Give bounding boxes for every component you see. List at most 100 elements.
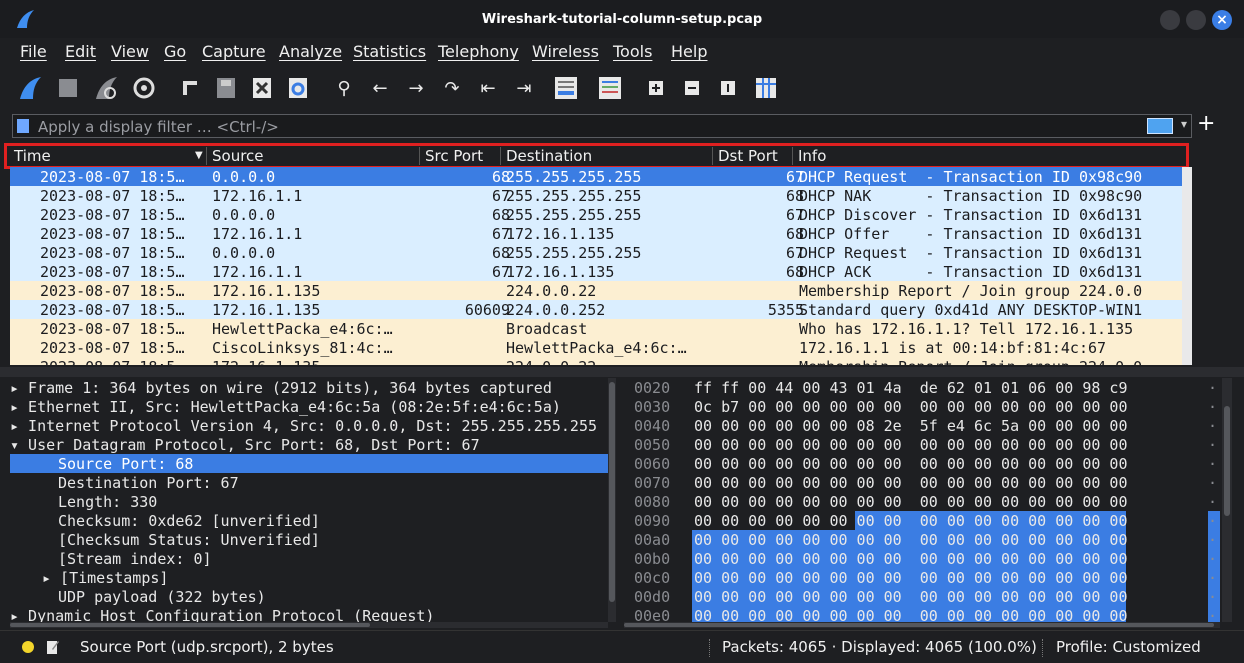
bytes-row[interactable]: 00d0 00 00 00 00 00 00 00 00 00 00 00 00 …	[624, 587, 1220, 606]
menu-telephony[interactable]: Telephony	[438, 42, 519, 61]
menu-edit[interactable]: Edit	[65, 42, 96, 61]
stop-capture-icon[interactable]	[54, 74, 82, 102]
menu-wireless[interactable]: Wireless	[532, 42, 599, 61]
bytes-hex: 00 00 00 00 00 00 00 00 00 00 00 00 00 0…	[694, 436, 1128, 454]
details-tree-item[interactable]: Destination Port: 67	[10, 473, 608, 492]
packet-row[interactable]: 2023-08-07 18:5… 172.16.1.135 224.0.0.22 Me…	[10, 281, 1182, 300]
bytes-scrollbar[interactable]	[1222, 378, 1232, 622]
packet-row[interactable]: 2023-08-07 18:5… 0.0.0.0 68 255.255.255.255…	[10, 205, 1182, 224]
resize-columns-icon[interactable]	[752, 74, 780, 102]
menu-statistics[interactable]: Statistics	[353, 42, 426, 61]
packet-row[interactable]: 2023-08-07 18:5… 0.0.0.0 68 255.255.255.255…	[10, 167, 1182, 186]
menu-go[interactable]: Go	[164, 42, 186, 61]
menu-help[interactable]: Help	[671, 42, 707, 61]
packet-time: 2023-08-07 18:5…	[40, 282, 185, 300]
details-tree-item[interactable]: [Stream index: 0]	[10, 549, 608, 568]
capture-comment-icon[interactable]	[46, 639, 60, 655]
go-forward-icon[interactable]: →	[402, 74, 430, 102]
colorize-icon[interactable]	[596, 74, 624, 102]
bytes-row[interactable]: 00e0 00 00 00 00 00 00 00 00 00 00 00 00 …	[624, 606, 1220, 622]
details-tree-label: [Stream index: 0]	[58, 550, 212, 568]
close-button[interactable]: ×	[1212, 10, 1232, 30]
capture-options-icon[interactable]	[130, 74, 158, 102]
bytes-ascii: ·	[1208, 550, 1218, 568]
bytes-row[interactable]: 00a0 00 00 00 00 00 00 00 00 00 00 00 00 …	[624, 530, 1220, 549]
bytes-row[interactable]: 00c0 00 00 00 00 00 00 00 00 00 00 00 00 …	[624, 568, 1220, 587]
open-file-icon[interactable]	[176, 74, 204, 102]
zoom-out-icon[interactable]	[678, 74, 706, 102]
packet-list-scrollbar[interactable]	[1182, 167, 1192, 365]
details-tree-item[interactable]: [Checksum Status: Unverified]	[10, 530, 608, 549]
details-tree-label: Checksum: 0xde62 [unverified]	[58, 512, 320, 530]
bytes-row[interactable]: 0050 00 00 00 00 00 00 00 00 00 00 00 00 …	[624, 435, 1220, 454]
minimize-button[interactable]	[1160, 10, 1180, 30]
find-packet-icon[interactable]: ⚲	[330, 74, 358, 102]
menu-capture[interactable]: Capture	[202, 42, 266, 61]
bytes-row[interactable]: 0040 00 00 00 00 00 00 08 2e 5f e4 6c 5a …	[624, 416, 1220, 435]
packet-row[interactable]: 2023-08-07 18:5… 172.16.1.135 60609 224.0.0…	[10, 300, 1182, 319]
pane-splitter[interactable]	[0, 367, 1244, 377]
start-capture-icon[interactable]	[16, 74, 44, 102]
details-tree-label: ▾ User Datagram Protocol, Src Port: 68, …	[10, 436, 480, 454]
bytes-row[interactable]: 0020 ff ff 00 44 00 43 01 4a de 62 01 01 …	[624, 378, 1220, 397]
status-profile[interactable]: Profile: Customized	[1056, 638, 1201, 656]
details-tree-item[interactable]: ▾ User Datagram Protocol, Src Port: 68, …	[10, 435, 608, 454]
bytes-horizontal-scrollbar[interactable]	[624, 622, 1220, 628]
bytes-row[interactable]: 0060 00 00 00 00 00 00 00 00 00 00 00 00 …	[624, 454, 1220, 473]
go-first-packet-icon[interactable]: ⇤	[474, 74, 502, 102]
packet-row[interactable]: 2023-08-07 18:5… CiscoLinksys_81:4c:… Hewl…	[10, 338, 1182, 357]
bytes-row[interactable]: 0030 0c b7 00 00 00 00 00 00 00 00 00 00 …	[624, 397, 1220, 416]
details-tree-item[interactable]: ▸ Frame 1: 364 bytes on wire (2912 bits)…	[10, 378, 608, 397]
go-last-packet-icon[interactable]: ⇥	[510, 74, 538, 102]
packet-row[interactable]: 2023-08-07 18:5… 0.0.0.0 68 255.255.255.255…	[10, 243, 1182, 262]
menu-view[interactable]: View	[111, 42, 149, 61]
bytes-row[interactable]: 0090 00 00 00 00 00 00 00 00 00 00 00 00 …	[624, 511, 1220, 530]
details-horizontal-scrollbar[interactable]	[10, 622, 608, 628]
filter-bookmark-icon[interactable]	[17, 119, 29, 133]
normal-size-icon[interactable]	[714, 74, 742, 102]
bytes-row[interactable]: 00b0 00 00 00 00 00 00 00 00 00 00 00 00 …	[624, 549, 1220, 568]
menu-analyze[interactable]: Analyze	[279, 42, 342, 61]
go-to-packet-icon[interactable]: ↷	[438, 74, 466, 102]
details-tree-item[interactable]: ▸ [Timestamps]	[10, 568, 608, 587]
close-file-icon[interactable]	[248, 74, 276, 102]
packet-info: Membership Report / Join group 224.0.0	[799, 358, 1142, 365]
menu-tools[interactable]: Tools	[613, 42, 652, 61]
menu-file[interactable]: File	[20, 42, 47, 61]
packet-time: 2023-08-07 18:5…	[40, 206, 185, 224]
details-tree-item[interactable]: UDP payload (322 bytes)	[10, 587, 608, 606]
details-scrollbar[interactable]	[608, 378, 616, 622]
packet-row[interactable]: 2023-08-07 18:5… 172.16.1.1 67 255.255.255.…	[10, 186, 1182, 205]
zoom-in-icon[interactable]	[642, 74, 670, 102]
details-tree-item[interactable]: ▸ Dynamic Host Configuration Protocol (R…	[10, 606, 608, 622]
packet-info: DHCP NAK - Transaction ID 0x98c90	[799, 187, 1143, 205]
add-filter-button-icon[interactable]: +	[1197, 111, 1215, 136]
go-back-icon[interactable]: ←	[366, 74, 394, 102]
details-tree-label: UDP payload (322 bytes)	[58, 588, 266, 606]
filter-history-dropdown-icon[interactable]: ▾	[1181, 117, 1187, 131]
expert-info-icon[interactable]	[22, 641, 34, 653]
bytes-offset: 0070	[634, 474, 671, 492]
details-tree-item[interactable]: Source Port: 68	[10, 454, 608, 473]
apply-filter-button[interactable]	[1147, 118, 1173, 134]
packet-row[interactable]: 2023-08-07 18:5… 172.16.1.135 224.0.0.22 Me…	[10, 357, 1182, 365]
packet-row[interactable]: 2023-08-07 18:5… HewlettPacka_e4:6c:… Broa…	[10, 319, 1182, 338]
reload-file-icon[interactable]	[284, 74, 312, 102]
details-tree-item[interactable]: ▸ Internet Protocol Version 4, Src: 0.0.…	[10, 416, 608, 435]
auto-scroll-icon[interactable]	[552, 74, 580, 102]
save-file-icon[interactable]	[212, 74, 240, 102]
bytes-offset: 00e0	[634, 607, 671, 622]
bytes-row[interactable]: 0070 00 00 00 00 00 00 00 00 00 00 00 00 …	[624, 473, 1220, 492]
details-tree-item[interactable]: ▸ Ethernet II, Src: HewlettPacka_e4:6c:5…	[10, 397, 608, 416]
display-filter-input[interactable]: Apply a display filter … <Ctrl-/> ▾	[12, 114, 1192, 138]
details-tree-item[interactable]: Length: 330	[10, 492, 608, 511]
bytes-ascii: ·	[1208, 569, 1218, 587]
bytes-offset: 0030	[634, 398, 671, 416]
bytes-offset: 0020	[634, 379, 671, 397]
packet-row[interactable]: 2023-08-07 18:5… 172.16.1.1 67 172.16.1.135…	[10, 224, 1182, 243]
restart-capture-icon[interactable]	[92, 74, 120, 102]
details-tree-item[interactable]: Checksum: 0xde62 [unverified]	[10, 511, 608, 530]
bytes-row[interactable]: 0080 00 00 00 00 00 00 00 00 00 00 00 00 …	[624, 492, 1220, 511]
maximize-button[interactable]	[1186, 10, 1206, 30]
packet-row[interactable]: 2023-08-07 18:5… 172.16.1.1 67 172.16.1.135…	[10, 262, 1182, 281]
